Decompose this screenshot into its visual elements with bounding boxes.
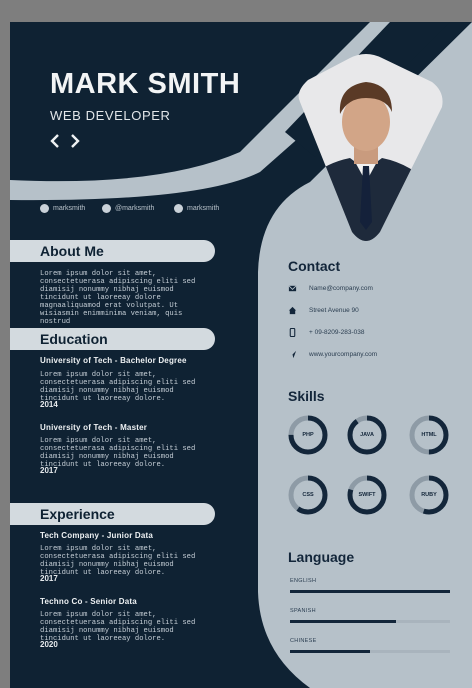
- skill-label: CSS: [302, 492, 314, 498]
- language-label: ENGLISH: [290, 578, 317, 584]
- contact-title: Contact: [288, 258, 341, 274]
- skill-ring-css: CSS: [287, 474, 329, 516]
- education-title: Education: [40, 331, 108, 347]
- education-item-text: Lorem ipsum dolor sit amet, consectetuer…: [40, 371, 196, 403]
- twitter-icon: [102, 204, 111, 213]
- skill-ring-php: PHP: [287, 414, 329, 456]
- about-title: About Me: [40, 243, 104, 259]
- social-twitter[interactable]: @marksmith: [102, 204, 154, 213]
- skill-label: RUBY: [421, 492, 437, 498]
- about-heading-pill: About Me: [10, 240, 215, 262]
- contact-website[interactable]: www.yourcompany.com: [288, 350, 377, 359]
- education-item-title: University of Tech - Master: [40, 423, 148, 432]
- facebook-icon: [40, 204, 49, 213]
- language-level-fill: [290, 620, 396, 623]
- profile-photo: [298, 54, 443, 241]
- social-handle: @marksmith: [115, 205, 155, 212]
- language-label: CHINESE: [290, 638, 317, 644]
- skills-title: Skills: [288, 388, 325, 404]
- full-name: MARK SMITH: [50, 68, 241, 100]
- skill-ring-html: HTML: [408, 414, 450, 456]
- contact-phone[interactable]: + 09-8209-283-038: [288, 328, 364, 337]
- social-handle: marksmith: [53, 205, 86, 212]
- email-icon: [288, 285, 297, 292]
- home-icon: [288, 306, 297, 315]
- social-facebook[interactable]: marksmith: [40, 204, 85, 213]
- phone-icon: [289, 328, 296, 337]
- instagram-icon: [174, 204, 183, 213]
- experience-heading-pill: Experience: [10, 503, 215, 525]
- social-instagram[interactable]: marksmith: [174, 204, 219, 213]
- contact-address: Street Avenue 90: [288, 306, 359, 315]
- contact-website-text: www.yourcompany.com: [309, 351, 378, 358]
- experience-item-year: 2017: [40, 574, 58, 583]
- contact-phone-text: + 09-8209-283-038: [309, 329, 365, 336]
- social-handle: marksmith: [187, 205, 220, 212]
- skill-label: PHP: [302, 432, 314, 438]
- language-level-track: [290, 650, 450, 653]
- contact-address-text: Street Avenue 90: [309, 307, 359, 314]
- experience-item-title: Techno Co - Senior Data: [40, 597, 137, 606]
- language-title: Language: [288, 549, 355, 565]
- resume-sheet: MARK SMITH WEB DEVELOPER marksmith @mark…: [10, 22, 472, 688]
- language-level-track: [290, 620, 450, 623]
- send-icon: [288, 350, 297, 359]
- contact-email[interactable]: Name@company.com: [288, 284, 373, 293]
- contact-email-text: Name@company.com: [309, 285, 373, 292]
- code-brackets-icon: [50, 134, 80, 148]
- language-english: ENGLISH: [290, 578, 450, 593]
- experience-item-text: Lorem ipsum dolor sit amet, consectetuer…: [40, 611, 196, 643]
- job-title: WEB DEVELOPER: [50, 108, 171, 123]
- experience-item-text: Lorem ipsum dolor sit amet, consectetuer…: [40, 545, 196, 577]
- education-item-title: University of Tech - Bachelor Degree: [40, 356, 187, 365]
- skill-label: SWIFT: [358, 492, 376, 498]
- experience-title: Experience: [40, 506, 115, 522]
- education-item-text: Lorem ipsum dolor sit amet, consectetuer…: [40, 437, 196, 469]
- skill-ring-swift: SWIFT: [346, 474, 388, 516]
- skill-ring-ruby: RUBY: [408, 474, 450, 516]
- education-heading-pill: Education: [10, 328, 215, 350]
- language-spanish: SPANISH: [290, 608, 450, 623]
- language-level-fill: [290, 590, 450, 593]
- language-label: SPANISH: [290, 608, 316, 614]
- about-text: Lorem ipsum dolor sit amet, consectetuer…: [40, 270, 196, 326]
- language-chinese: CHINESE: [290, 638, 450, 653]
- language-level-track: [290, 590, 450, 593]
- skill-label: JAVA: [360, 432, 374, 438]
- education-item-year: 2014: [40, 400, 58, 409]
- education-item-year: 2017: [40, 466, 58, 475]
- experience-item-year: 2020: [40, 640, 58, 649]
- skill-ring-java: JAVA: [346, 414, 388, 456]
- skill-label: HTML: [421, 432, 437, 438]
- language-level-fill: [290, 650, 370, 653]
- experience-item-title: Tech Company - Junior Data: [40, 531, 154, 540]
